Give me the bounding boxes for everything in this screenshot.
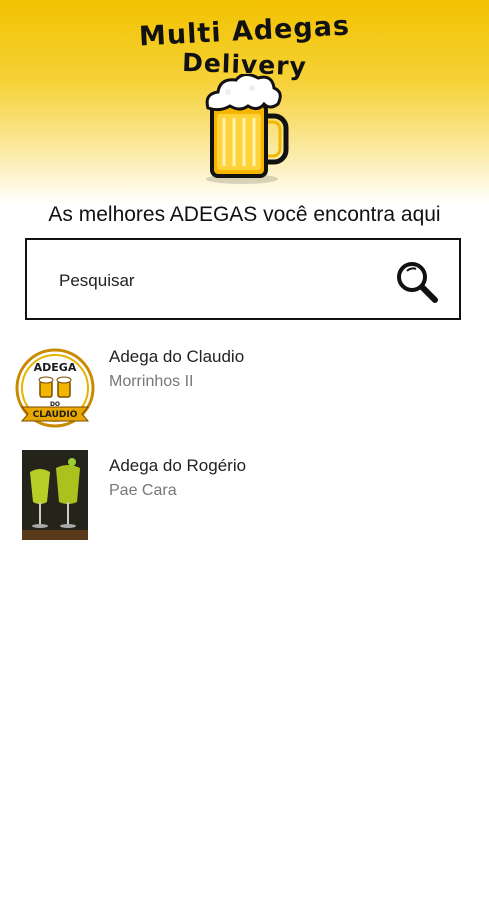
store-list-item[interactable]: Adega do Rogério Pae Cara bbox=[0, 446, 489, 546]
logo-text-bottom: CLAUDIO bbox=[33, 410, 78, 420]
store-list-item[interactable]: ADEGA DO CLAUDIO Adega do Claudio Morrin… bbox=[0, 337, 489, 437]
search-input[interactable] bbox=[57, 264, 381, 298]
logo-text-top: ADEGA bbox=[34, 361, 77, 374]
adega-do-rogerio-photo bbox=[22, 450, 88, 540]
adega-do-claudio-logo: ADEGA DO CLAUDIO bbox=[15, 348, 95, 428]
store-name: Adega do Rogério bbox=[109, 456, 247, 475]
app-header: Multi Adegas Delivery As melhores ADEGAS… bbox=[0, 0, 489, 240]
search-icon[interactable] bbox=[395, 260, 439, 304]
search-bar bbox=[25, 238, 461, 320]
beer-mug-icon bbox=[205, 74, 289, 184]
store-name: Adega do Claudio bbox=[109, 347, 245, 366]
tagline: As melhores ADEGAS você encontra aqui bbox=[48, 203, 441, 226]
store-location: Morrinhos II bbox=[109, 373, 194, 390]
store-location: Pae Cara bbox=[109, 482, 177, 499]
